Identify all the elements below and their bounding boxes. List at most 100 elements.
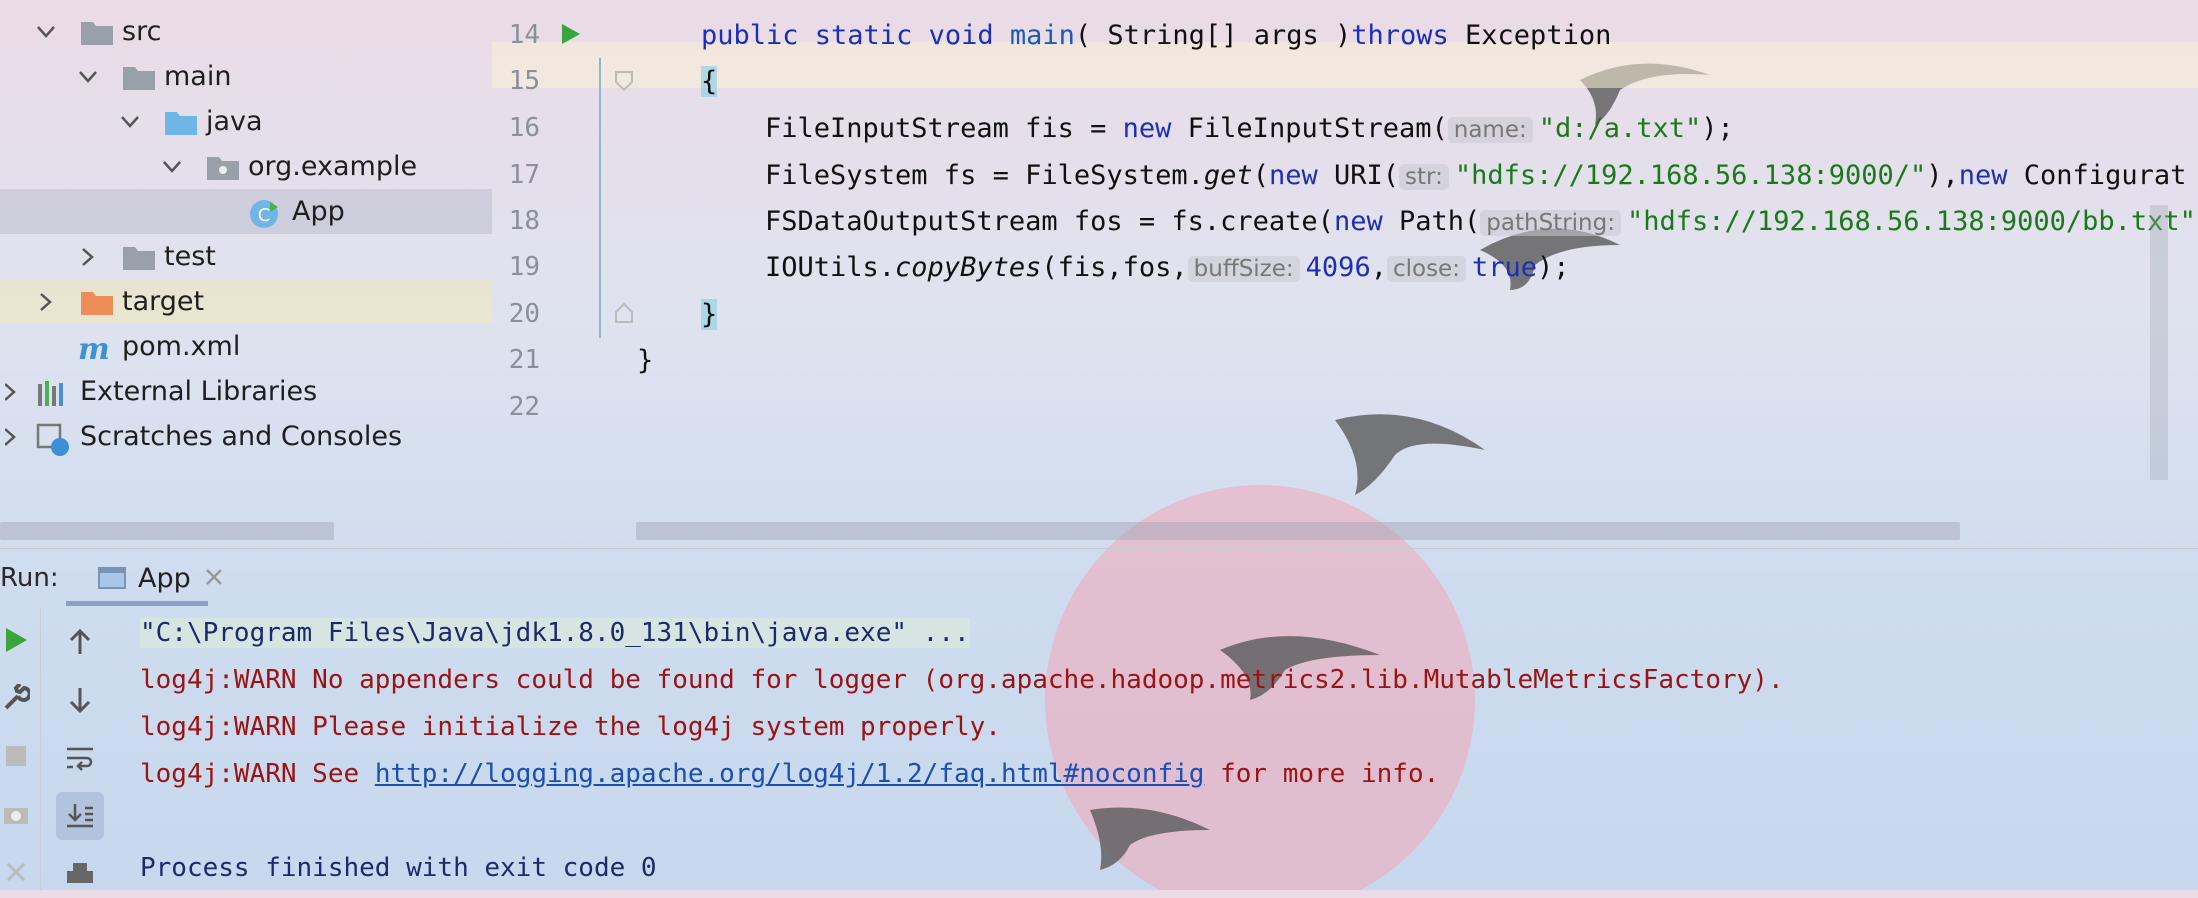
console-warning: log4j:WARN No appenders could be found f… [140, 665, 1784, 695]
tree-item-app[interactable]: C App [0, 189, 492, 234]
indent-guide [599, 58, 601, 338]
editor-vertical-scrollbar[interactable] [2150, 205, 2168, 480]
rerun-icon[interactable] [0, 616, 40, 664]
java-class-icon: C [248, 198, 282, 228]
tree-item-src[interactable]: src [0, 9, 492, 54]
chevron-down-icon[interactable] [118, 110, 142, 134]
soft-wrap-icon[interactable] [56, 734, 104, 782]
svg-text:m: m [78, 333, 110, 363]
line-number: 20 [508, 299, 540, 329]
run-toolbar-left [0, 608, 34, 890]
tree-item-label: main [164, 61, 232, 92]
number-literal: 4096 [1305, 252, 1371, 283]
line-number: 19 [508, 252, 540, 282]
tree-item-test[interactable]: test [0, 234, 492, 279]
stop-icon[interactable] [0, 732, 40, 780]
string-literal: "hdfs://192.168.56.138:9000/bb.txt" [1626, 206, 2196, 237]
toolbar-divider [40, 608, 41, 890]
console-warning: log4j:WARN Please initialize the log4j s… [140, 712, 1001, 742]
keyword: new [1122, 113, 1172, 144]
tree-item-pom[interactable]: m pom.xml [0, 324, 492, 369]
run-panel-header: Run: App [0, 548, 2198, 607]
tree-item-target[interactable]: target [0, 279, 492, 324]
tree-item-label: App [292, 196, 345, 227]
code-line-18: FSDataOutputStream fos = fs.create(new P… [765, 206, 2196, 237]
console-link[interactable]: http://logging.apache.org/log4j/1.2/faq.… [375, 759, 1205, 789]
tree-item-main[interactable]: main [0, 54, 492, 99]
code-text: ); [1537, 252, 1570, 283]
code-text: URI( [1317, 160, 1400, 191]
excluded-folder-icon [80, 288, 114, 316]
chevron-right-icon[interactable] [0, 425, 24, 449]
method-name: main [1009, 20, 1075, 51]
editor-horizontal-scrollbar[interactable] [636, 522, 1960, 540]
folder-icon [80, 18, 114, 46]
chevron-right-icon[interactable] [34, 290, 58, 314]
method-name: copyBytes [895, 252, 1042, 283]
code-text: ( [1252, 160, 1269, 191]
code-editor[interactable]: public static void main( String[] args )… [622, 0, 2198, 545]
string-literal: "d:/a.txt" [1538, 113, 1702, 144]
tree-item-scratches[interactable]: Scratches and Consoles [0, 414, 492, 459]
exit-icon[interactable] [0, 848, 40, 896]
code-text: Exception [1448, 20, 1612, 51]
chevron-down-icon[interactable] [34, 20, 58, 44]
chevron-down-icon[interactable] [160, 155, 184, 179]
active-tab-indicator [66, 601, 208, 606]
code-text: ); [1701, 113, 1734, 144]
code-line-19: IOUtils.copyBytes(fis,fos, buffSize: 4096,… [765, 252, 1570, 283]
code-text: FileSystem fs = FileSystem. [765, 160, 1204, 191]
code-text: IOUtils. [765, 252, 896, 283]
print-icon[interactable] [56, 850, 104, 898]
tree-item-label: pom.xml [122, 331, 241, 362]
arrow-down-icon[interactable] [56, 676, 104, 724]
keyword: throws [1351, 20, 1449, 51]
project-tree: src main java org.example C App test tar… [0, 0, 492, 545]
line-number: 17 [508, 160, 540, 190]
keyword: true [1471, 252, 1537, 283]
parameter-hint: str: [1399, 164, 1449, 190]
line-number: 16 [508, 113, 540, 143]
tree-item-label: External Libraries [80, 376, 318, 407]
run-main-gutter-icon[interactable] [560, 22, 582, 50]
wrench-icon[interactable] [0, 674, 40, 722]
code-text: ( String[] args ) [1074, 20, 1352, 51]
scroll-to-end-icon[interactable] [56, 792, 104, 840]
folder-icon [122, 63, 156, 91]
line-number: 22 [508, 392, 540, 422]
code-text: Path( [1382, 206, 1481, 237]
method-name: get [1203, 160, 1253, 191]
libraries-icon [36, 378, 70, 406]
parameter-hint: pathString: [1480, 210, 1621, 236]
chevron-down-icon[interactable] [76, 65, 100, 89]
code-line-20: } [701, 299, 718, 330]
parameter-hint: buffSize: [1187, 256, 1300, 282]
camera-icon[interactable] [0, 790, 40, 838]
tree-item-java[interactable]: java [0, 99, 492, 144]
code-text: , [1370, 252, 1387, 283]
tree-item-label: target [122, 286, 205, 317]
code-text: ), [1926, 160, 1959, 191]
line-number: 18 [508, 206, 540, 236]
tree-item-org-example[interactable]: org.example [0, 144, 492, 189]
brace: { [701, 66, 718, 97]
tree-item-label: src [122, 16, 162, 47]
string-literal: "hdfs://192.168.56.138:9000/" [1454, 160, 1927, 191]
tree-item-label: org.example [248, 151, 418, 182]
code-line-17: FileSystem fs = FileSystem.get(new URI(s… [765, 160, 2186, 191]
arrow-up-icon[interactable] [56, 618, 104, 666]
scratches-icon [36, 423, 70, 456]
run-panel-label: Run: [0, 563, 59, 593]
tree-horizontal-scrollbar[interactable] [0, 522, 334, 540]
console-output[interactable]: "C:\Program Files\Java\jdk1.8.0_131\bin\… [140, 608, 2198, 890]
code-line-14: public static void main( String[] args )… [701, 20, 1611, 51]
code-line-21: } [637, 345, 653, 376]
line-number: 14 [508, 20, 540, 50]
folder-icon [122, 243, 156, 271]
chevron-right-icon[interactable] [0, 380, 24, 404]
chevron-right-icon[interactable] [76, 245, 100, 269]
brace: } [701, 299, 718, 330]
console-toolbar [44, 608, 114, 890]
close-icon[interactable] [204, 567, 224, 591]
tree-item-external-libraries[interactable]: External Libraries [0, 369, 492, 414]
